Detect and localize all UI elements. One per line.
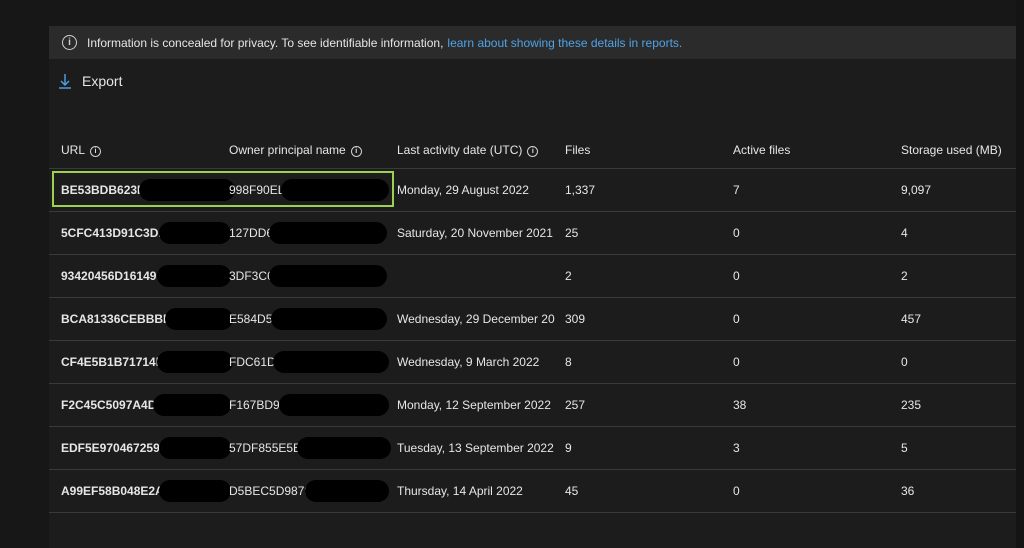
table-row[interactable]: F2C45C5097A4D. F167BD9. Monday, 12 Septe… bbox=[49, 384, 1024, 427]
redaction-mark bbox=[157, 265, 231, 287]
column-header-files[interactable]: Files bbox=[565, 143, 590, 157]
redaction-mark bbox=[269, 222, 387, 244]
storage-cell: 457 bbox=[901, 312, 922, 326]
redaction-mark bbox=[297, 437, 391, 459]
storage-cell: 36 bbox=[901, 484, 915, 498]
info-icon[interactable]: i bbox=[90, 146, 102, 157]
url-cell: F2C45C5097A4D. bbox=[61, 398, 160, 412]
storage-cell: 5 bbox=[901, 441, 908, 455]
redaction-mark bbox=[165, 308, 233, 330]
column-header-storage[interactable]: Storage used (MB) bbox=[901, 143, 1002, 157]
redaction-mark bbox=[139, 179, 235, 201]
date-cell: Wednesday, 29 December 202 bbox=[397, 312, 555, 326]
redaction-mark bbox=[279, 394, 389, 416]
redaction-mark bbox=[159, 222, 231, 244]
url-cell: EDF5E970467259C bbox=[61, 441, 169, 455]
redaction-mark bbox=[273, 351, 389, 373]
files-cell: 8 bbox=[565, 355, 572, 369]
privacy-notice-text: Information is concealed for privacy. To… bbox=[87, 35, 444, 50]
table-header-row: URL i Owner principal name i Last activity… bbox=[49, 132, 1024, 169]
download-icon bbox=[59, 74, 71, 89]
files-cell: 45 bbox=[565, 484, 579, 498]
table-row[interactable]: EDF5E970467259C 57DF855E5B. Tuesday, 13 … bbox=[49, 427, 1024, 470]
info-icon: i bbox=[62, 35, 77, 50]
info-icon[interactable]: i bbox=[527, 146, 539, 157]
report-panel: i Information is concealed for privacy. … bbox=[49, 26, 1024, 548]
date-cell: Saturday, 20 November 2021 bbox=[397, 226, 553, 240]
files-cell: 2 bbox=[565, 269, 572, 283]
info-icon[interactable]: i bbox=[350, 146, 362, 157]
column-header-last-activity[interactable]: Last activity date (UTC) i bbox=[397, 143, 555, 157]
active-files-cell: 38 bbox=[733, 398, 747, 412]
redaction-mark bbox=[157, 351, 233, 373]
active-files-cell: 7 bbox=[733, 183, 740, 197]
owner-cell: F167BD9. bbox=[229, 398, 284, 412]
url-cell: 93420456D16149 bbox=[61, 269, 157, 283]
owner-cell: 127DD6 bbox=[229, 226, 274, 240]
redaction-mark bbox=[305, 480, 389, 502]
table-row[interactable]: A99EF58B048E2AD D5BEC5D9879. Thursday, 1… bbox=[49, 470, 1024, 513]
active-files-cell: 0 bbox=[733, 269, 740, 283]
files-cell: 257 bbox=[565, 398, 586, 412]
url-cell: CF4E5B1B71714DE bbox=[61, 355, 173, 369]
column-header-owner[interactable]: Owner principal name i bbox=[229, 143, 362, 157]
redaction-mark bbox=[159, 437, 231, 459]
date-cell: Wednesday, 9 March 2022 bbox=[397, 355, 540, 369]
storage-cell: 235 bbox=[901, 398, 922, 412]
table-row[interactable]: 5CFC413D91C3D. 127DD6 Saturday, 20 Novem… bbox=[49, 212, 1024, 255]
table-row[interactable]: BE53BDB623F 998F90EL Monday, 29 August 2… bbox=[49, 169, 1024, 212]
table-row[interactable]: 93420456D16149 3DF3C6. 2 0 2 bbox=[49, 255, 1024, 298]
redaction-mark bbox=[159, 480, 231, 502]
active-files-cell: 3 bbox=[733, 441, 740, 455]
url-cell: A99EF58B048E2AD bbox=[61, 484, 173, 498]
column-header-active-files[interactable]: Active files bbox=[733, 143, 790, 157]
files-cell: 9 bbox=[565, 441, 572, 455]
redaction-mark bbox=[153, 394, 231, 416]
date-cell: Tuesday, 13 September 2022 bbox=[397, 441, 554, 455]
column-header-url[interactable]: URL i bbox=[61, 143, 102, 157]
date-cell: Monday, 12 September 2022 bbox=[397, 398, 551, 412]
export-label: Export bbox=[82, 73, 123, 89]
date-cell: Thursday, 14 April 2022 bbox=[397, 484, 523, 498]
storage-cell: 4 bbox=[901, 226, 908, 240]
storage-cell: 9,097 bbox=[901, 183, 932, 197]
storage-cell: 0 bbox=[901, 355, 908, 369]
table-row[interactable]: BCA81336CEBBBE2C E584D5C Wednesday, 29 D… bbox=[49, 298, 1024, 341]
owner-cell: 998F90EL bbox=[229, 183, 285, 197]
url-cell: 5CFC413D91C3D. bbox=[61, 226, 162, 240]
export-button[interactable]: Export bbox=[59, 70, 122, 92]
files-cell: 25 bbox=[565, 226, 579, 240]
privacy-notice-bar: i Information is concealed for privacy. … bbox=[49, 26, 1024, 59]
redaction-mark bbox=[281, 179, 389, 201]
owner-cell: D5BEC5D9879. bbox=[229, 484, 315, 498]
active-files-cell: 0 bbox=[733, 355, 740, 369]
vertical-scrollbar[interactable] bbox=[1016, 0, 1024, 548]
url-cell: BE53BDB623F bbox=[61, 183, 145, 197]
active-files-cell: 0 bbox=[733, 226, 740, 240]
table-row[interactable]: CF4E5B1B71714DE FDC61D0. Wednesday, 9 Ma… bbox=[49, 341, 1024, 384]
usage-table: URL i Owner principal name i Last activity… bbox=[49, 132, 1024, 513]
date-cell: Monday, 29 August 2022 bbox=[397, 183, 529, 197]
files-cell: 1,337 bbox=[565, 183, 596, 197]
storage-cell: 2 bbox=[901, 269, 908, 283]
active-files-cell: 0 bbox=[733, 312, 740, 326]
files-cell: 309 bbox=[565, 312, 586, 326]
owner-cell: 57DF855E5B. bbox=[229, 441, 305, 455]
privacy-learn-more-link[interactable]: learn about showing these details in rep… bbox=[447, 36, 682, 50]
redaction-mark bbox=[271, 308, 387, 330]
active-files-cell: 0 bbox=[733, 484, 740, 498]
redaction-mark bbox=[269, 265, 387, 287]
